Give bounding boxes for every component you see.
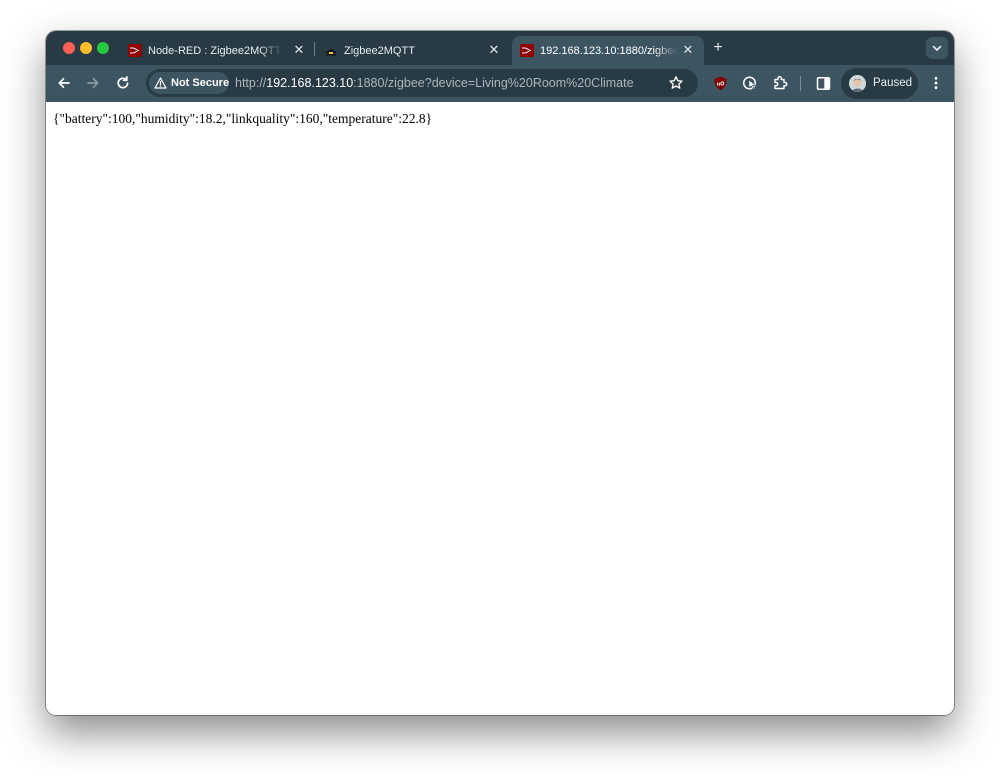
tab-strip: Node-RED : Zigbee2MQTT HTTP ✕ Zigbee2MQT… xyxy=(46,31,954,65)
browser-window: Node-RED : Zigbee2MQTT HTTP ✕ Zigbee2MQT… xyxy=(46,31,954,715)
url-path: :1880/zigbee?device=Living%20Room%20Clim… xyxy=(353,76,634,90)
reload-icon[interactable] xyxy=(115,75,131,91)
tab-title: 192.168.123.10:1880/zigbee?device=Living… xyxy=(540,45,678,57)
security-indicator[interactable]: Not Secure xyxy=(149,72,229,94)
tab-close-icon[interactable]: ✕ xyxy=(487,43,501,57)
avatar xyxy=(849,75,866,92)
profile-status-label: Paused xyxy=(873,77,913,89)
tab-close-icon[interactable]: ✕ xyxy=(292,43,306,57)
toolbar: Not Secure http://192.168.123.10:1880/zi… xyxy=(46,65,954,102)
json-response-text: {"battery":100,"humidity":18.2,"linkqual… xyxy=(53,111,433,126)
address-bar[interactable]: Not Secure http://192.168.123.10:1880/zi… xyxy=(146,69,698,97)
url-host: 192.168.123.10 xyxy=(266,76,354,90)
url-text[interactable]: http://192.168.123.10:1880/zigbee?device… xyxy=(235,76,634,90)
forward-arrow-icon[interactable] xyxy=(85,75,101,91)
node-red-icon xyxy=(520,44,534,57)
url-scheme: http:// xyxy=(235,76,267,90)
tab-zigbee2mqtt[interactable]: Zigbee2MQTT ✕ xyxy=(316,36,510,65)
side-panel-icon[interactable] xyxy=(816,76,831,91)
window-minimize-button[interactable] xyxy=(80,42,92,54)
tab-title: Node-RED : Zigbee2MQTT HTTP xyxy=(148,45,283,57)
svg-text:uO: uO xyxy=(717,81,725,87)
new-tab-button[interactable]: + xyxy=(710,40,726,56)
tab-divider xyxy=(314,42,315,56)
tab-node-red[interactable]: Node-RED : Zigbee2MQTT HTTP ✕ xyxy=(120,36,314,65)
window-maximize-button[interactable] xyxy=(97,42,109,54)
window-close-button[interactable] xyxy=(63,42,75,54)
puzzle-extensions-icon[interactable] xyxy=(772,75,788,91)
bookmark-star-icon[interactable] xyxy=(668,75,684,91)
kebab-menu-icon[interactable] xyxy=(928,75,944,91)
tab-active-zigbee-endpoint[interactable]: 192.168.123.10:1880/zigbee?device=Living… xyxy=(512,36,704,65)
toolbar-separator xyxy=(800,76,801,91)
ublock-origin-icon[interactable]: uO xyxy=(713,76,728,91)
chevron-down-icon xyxy=(932,45,942,51)
warning-triangle-icon xyxy=(154,77,167,89)
profile-button[interactable]: Paused xyxy=(841,68,918,99)
back-arrow-icon[interactable] xyxy=(56,75,72,91)
security-label: Not Secure xyxy=(171,77,230,89)
node-red-icon xyxy=(128,44,142,57)
extension-cursor-icon[interactable] xyxy=(742,75,758,91)
tab-close-icon[interactable]: ✕ xyxy=(681,43,695,57)
zigbee2mqtt-icon xyxy=(325,49,337,56)
tab-search-button[interactable] xyxy=(926,37,948,59)
page-viewport: {"battery":100,"humidity":18.2,"linkqual… xyxy=(46,102,954,715)
tab-title: Zigbee2MQTT xyxy=(344,45,415,57)
